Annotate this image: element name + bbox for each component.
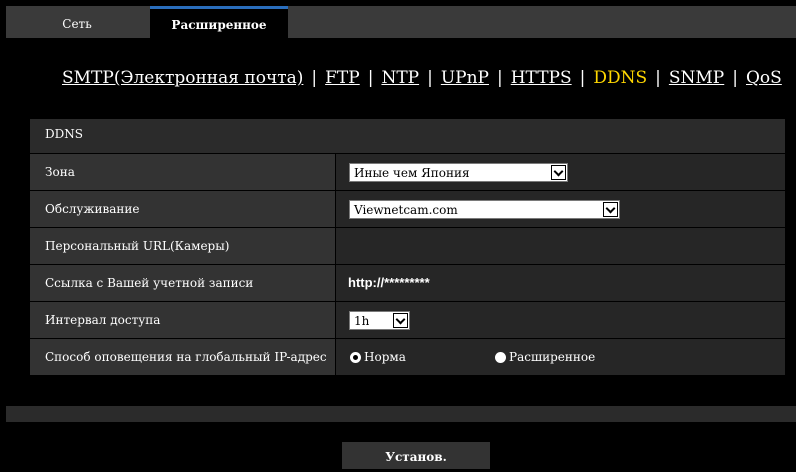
account-link-row: Ссылка с Вашей учетной записи http://***…	[30, 265, 785, 302]
notify-radio-advanced[interactable]: Расширенное	[495, 349, 595, 365]
interval-selected-value: 1h	[354, 314, 370, 328]
section-title: DDNS	[30, 119, 785, 154]
nav-link-ntp[interactable]: NTP	[381, 68, 419, 88]
nav-link-upnp[interactable]: UPnP	[441, 68, 489, 88]
notify-row: Способ оповещения на глобальный IP-адрес…	[30, 339, 785, 376]
set-button[interactable]: Установ.	[342, 442, 490, 469]
service-row: Обслуживание Viewnetcam.com	[30, 191, 785, 228]
footer-divider	[6, 406, 796, 422]
personal-url-row: Персональный URL(Камеры)	[30, 228, 785, 265]
interval-label: Интервал доступа	[30, 302, 335, 338]
nav-separator: |	[367, 68, 374, 88]
interval-select[interactable]: 1h	[349, 311, 410, 330]
nav-separator: |	[579, 68, 586, 88]
personal-url-value-cell	[336, 228, 785, 264]
zone-selected-value: Иные чем Япония	[354, 166, 470, 180]
nav-link-https[interactable]: HTTPS	[511, 68, 572, 88]
nav-link-ddns[interactable]: DDNS	[593, 68, 647, 88]
chevron-down-icon[interactable]	[551, 165, 566, 180]
interval-value-cell: 1h	[336, 302, 785, 338]
sub-navigation: SMTP(Электронная почта) | FTP | NTP | UPnP | HTT…	[62, 68, 782, 88]
chevron-down-icon[interactable]	[603, 202, 618, 217]
nav-separator: |	[311, 68, 318, 88]
notify-radio-normal[interactable]: Норма	[350, 349, 406, 365]
nav-link-qos[interactable]: QoS	[746, 68, 782, 88]
account-link-label: Ссылка с Вашей учетной записи	[30, 265, 335, 301]
notify-option-advanced-label: Расширенное	[509, 350, 596, 364]
nav-separator: |	[496, 68, 503, 88]
notify-value-cell: Норма Расширенное	[336, 339, 785, 375]
account-link-value-cell: http://*********	[336, 265, 785, 301]
zone-row: Зона Иные чем Япония	[30, 154, 785, 191]
nav-link-ftp[interactable]: FTP	[325, 68, 360, 88]
notify-label: Способ оповещения на глобальный IP-адрес	[30, 339, 335, 375]
nav-link-snmp[interactable]: SNMP	[669, 68, 724, 88]
settings-page: Сеть Расширенное SMTP(Электронная почта)…	[0, 0, 796, 469]
zone-label: Зона	[30, 154, 335, 190]
tab-basic[interactable]: Сеть	[6, 6, 148, 38]
zone-select[interactable]: Иные чем Япония	[349, 163, 568, 182]
tab-advanced[interactable]: Расширенное	[150, 6, 288, 38]
personal-url-label: Персональный URL(Камеры)	[30, 228, 335, 264]
tab-bar: Сеть Расширенное	[6, 6, 796, 38]
service-selected-value: Viewnetcam.com	[354, 203, 458, 217]
nav-separator: |	[427, 68, 433, 88]
ddns-settings-table: DDNS Зона Иные чем Япония Обслуживание V…	[30, 119, 785, 376]
service-value-cell: Viewnetcam.com	[336, 191, 785, 227]
service-select[interactable]: Viewnetcam.com	[349, 200, 620, 219]
zone-value-cell: Иные чем Япония	[336, 154, 785, 190]
nav-separator: |	[655, 68, 661, 88]
radio-selected-icon[interactable]	[350, 352, 361, 363]
notify-option-normal-label: Норма	[364, 350, 406, 364]
nav-link-smtp[interactable]: SMTP(Электронная почта)	[62, 68, 303, 88]
nav-separator: |	[732, 68, 738, 88]
interval-row: Интервал доступа 1h	[30, 302, 785, 339]
chevron-down-icon[interactable]	[393, 313, 408, 328]
radio-unselected-icon[interactable]	[495, 352, 506, 363]
account-link-url[interactable]: http://*********	[348, 265, 430, 301]
service-label: Обслуживание	[30, 191, 335, 227]
